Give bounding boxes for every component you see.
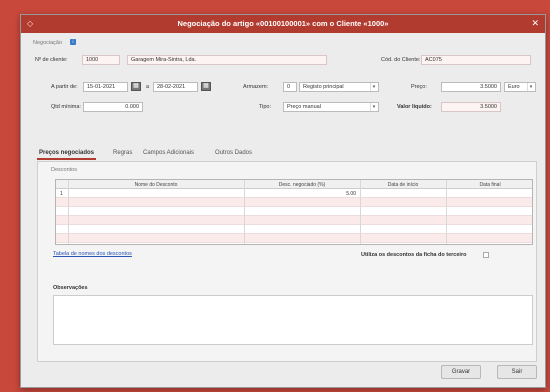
observacoes-label: Observações <box>53 285 88 291</box>
column-divider <box>68 180 69 244</box>
tab-campos-adicionais[interactable]: Campos Adicionais <box>141 148 196 158</box>
negotiation-dialog: ◇ Negociação do artigo «00100100001» com… <box>20 14 546 388</box>
nr-cliente-field[interactable]: 1000 <box>82 55 120 65</box>
column-header: Desc. negociado (%) <box>278 182 326 188</box>
armazem-name: Registo principal <box>303 84 344 90</box>
tab-precos-negociados[interactable]: Preços negociados <box>37 148 97 160</box>
table-row[interactable] <box>56 225 532 234</box>
column-header: Data de início <box>387 182 419 188</box>
tipo-value: Preço manual <box>287 104 321 110</box>
column-header: Nome do Desconto <box>134 182 178 188</box>
moeda-select[interactable]: Euro ▾ <box>504 82 536 92</box>
descontos-table: Nome do Desconto Desc. negociado (%) Dat… <box>55 179 533 245</box>
nr-cliente-label: Nº de cliente: <box>35 57 68 63</box>
cod-cliente-label: Cód. do Cliente: <box>381 57 421 63</box>
utiliza-descontos-checkbox[interactable] <box>483 252 489 258</box>
row-number: 1 <box>60 191 63 197</box>
qtd-minima-label: Qtd mínima: <box>51 104 81 110</box>
a-partir-label: A partir de: <box>51 84 78 90</box>
tab-regras[interactable]: Regras <box>111 148 134 158</box>
valor-liquido-field: 3.5000 <box>441 102 501 112</box>
calendar-icon[interactable]: ▦ <box>201 82 211 91</box>
armazem-code-field[interactable]: 0 <box>283 82 297 92</box>
column-header: Data final <box>479 182 501 188</box>
column-divider <box>244 180 245 244</box>
sair-button[interactable]: Sair <box>497 365 537 379</box>
cliente-nome-field[interactable]: Garagem Mira-Sintra, Lda. <box>127 55 327 65</box>
data-inicio-field[interactable]: 15-01-2021 <box>83 82 128 92</box>
column-divider <box>446 180 447 244</box>
table-header: Nome do Desconto Desc. negociado (%) Dat… <box>56 180 532 189</box>
close-icon[interactable]: ✕ <box>531 18 539 29</box>
moeda-value: Euro <box>508 84 520 90</box>
preco-label: Preço: <box>411 84 427 90</box>
valor-liquido-label: Valor líquido: <box>397 104 432 110</box>
tipo-select[interactable]: Preço manual ▾ <box>283 102 379 112</box>
chevron-down-icon: ▾ <box>370 103 377 111</box>
table-row[interactable] <box>56 234 532 243</box>
column-divider <box>360 180 361 244</box>
title-bar: ◇ Negociação do artigo «00100100001» com… <box>21 15 545 33</box>
desc-negociado-cell[interactable]: 5.00 <box>246 191 356 197</box>
tab-outros-dados[interactable]: Outros Dados <box>213 148 254 158</box>
observacoes-textarea[interactable] <box>53 295 533 345</box>
a-label: a <box>146 84 150 90</box>
table-row[interactable]: 1 5.00 <box>56 189 532 198</box>
utiliza-descontos-label: Utiliza os descontos da ficha do terceir… <box>361 252 467 258</box>
table-row[interactable] <box>56 198 532 207</box>
armazem-select[interactable]: Registo principal ▾ <box>299 82 379 92</box>
preco-field[interactable]: 3.5000 <box>441 82 501 92</box>
table-row[interactable] <box>56 216 532 225</box>
gravar-button[interactable]: Gravar <box>441 365 481 379</box>
table-row[interactable] <box>56 207 532 216</box>
qtd-minima-field[interactable]: 0.000 <box>83 102 143 112</box>
tabela-descontos-link[interactable]: Tabela de nomes dos descontos <box>53 251 132 257</box>
armazem-label: Armazem: <box>243 84 269 90</box>
cod-cliente-field[interactable]: AC075 <box>421 55 531 65</box>
help-icon[interactable]: i <box>70 39 76 45</box>
chevron-down-icon: ▾ <box>527 83 534 91</box>
descontos-legend: Descontos <box>51 167 77 173</box>
calendar-icon[interactable]: ▦ <box>131 82 141 91</box>
chevron-down-icon: ▾ <box>370 83 377 91</box>
data-fim-field[interactable]: 28-02-2021 <box>153 82 198 92</box>
tipo-label: Tipo: <box>259 104 272 110</box>
negociacao-legend: Negociação <box>33 40 63 46</box>
window-title: Negociação do artigo «00100100001» com o… <box>177 19 389 28</box>
